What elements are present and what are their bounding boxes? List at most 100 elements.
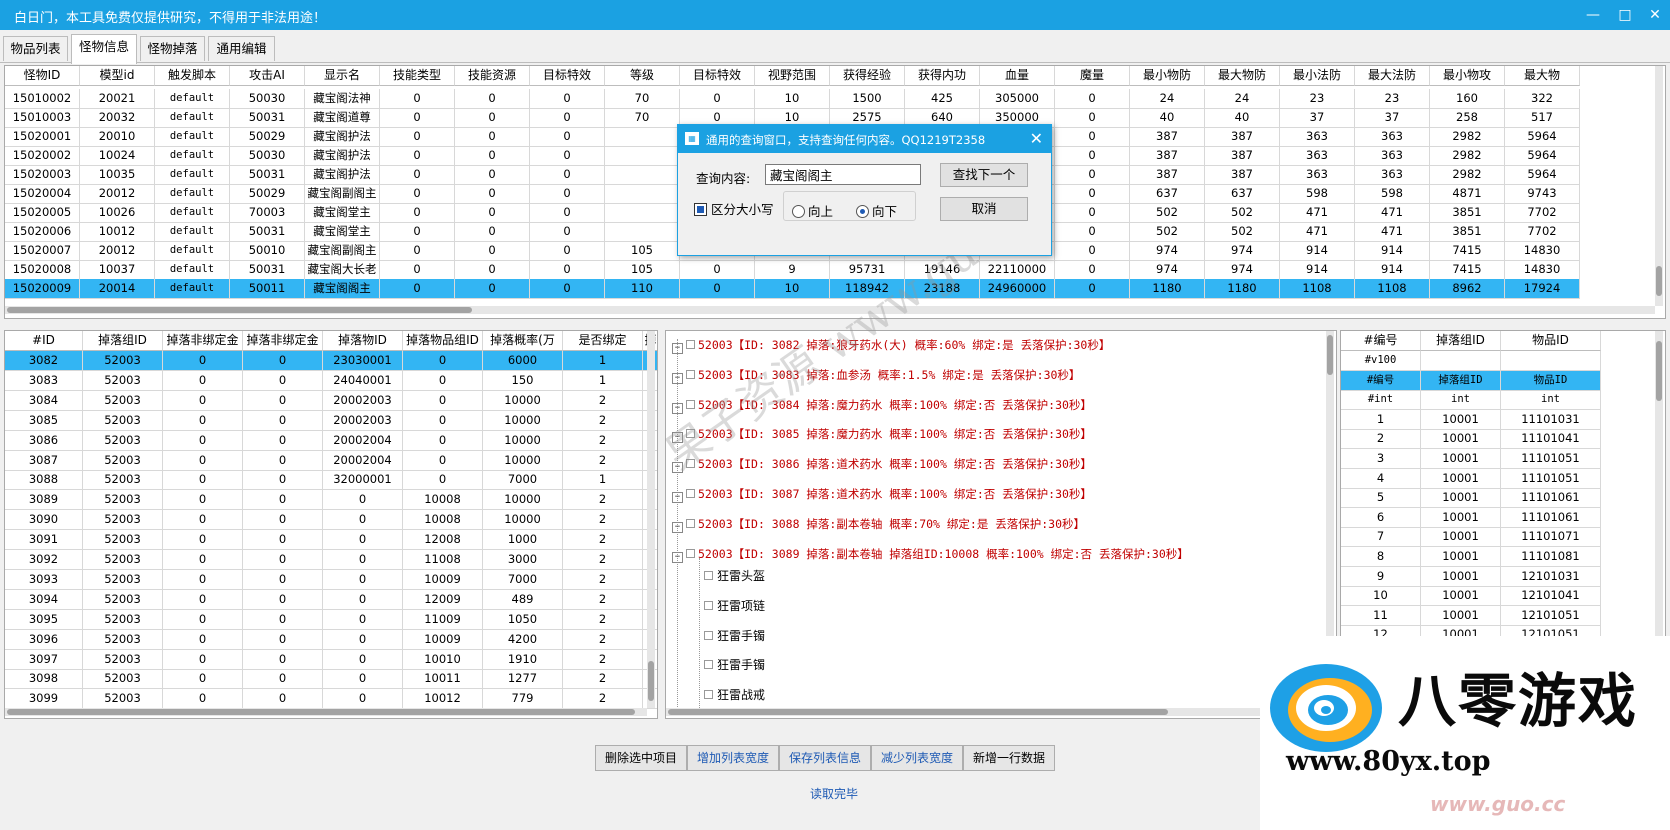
increase-width-button[interactable]: 增加列表宽度: [687, 745, 779, 771]
cell[interactable]: 0: [163, 589, 243, 610]
cell[interactable]: 0: [403, 470, 483, 491]
cell[interactable]: 11101051: [1501, 449, 1601, 469]
cell[interactable]: 363: [1280, 127, 1355, 147]
cell[interactable]: 3098: [5, 669, 83, 690]
cell[interactable]: 最大物防: [1205, 66, 1280, 86]
cell[interactable]: 10001: [1421, 429, 1501, 450]
cell[interactable]: 20002003: [323, 410, 403, 431]
cell[interactable]: 10010: [403, 649, 483, 670]
collapse-icon[interactable]: −: [672, 432, 683, 444]
direction-down-radio[interactable]: 向下: [856, 201, 897, 220]
cell[interactable]: 40: [1205, 108, 1280, 128]
cell[interactable]: 70: [605, 89, 680, 109]
cell[interactable]: 藏宝阁护法: [305, 146, 380, 166]
horizontal-scrollbar[interactable]: [5, 708, 647, 716]
cell[interactable]: 52003: [83, 649, 163, 670]
case-sensitive-checkbox[interactable]: 区分大小写: [694, 199, 774, 218]
cell[interactable]: 0: [243, 609, 323, 630]
tree-child-item[interactable]: 狂雷头盔: [704, 567, 765, 585]
cell[interactable]: 52003: [83, 530, 163, 551]
cell[interactable]: 10001: [1421, 605, 1501, 626]
cell[interactable]: 363: [1280, 165, 1355, 185]
cell[interactable]: 目标特效: [680, 66, 755, 86]
tree-checkbox[interactable]: [686, 399, 695, 409]
vertical-scrollbar[interactable]: [647, 331, 655, 708]
cell[interactable]: 4: [1341, 468, 1421, 489]
cell[interactable]: 52003: [83, 490, 163, 511]
cell[interactable]: 305000: [980, 89, 1055, 109]
cell[interactable]: 0: [455, 279, 530, 299]
cell[interactable]: 52003: [83, 589, 163, 610]
cell[interactable]: 2: [563, 550, 643, 570]
cell[interactable]: 1: [1341, 409, 1421, 430]
cell[interactable]: 0: [323, 649, 403, 670]
cell[interactable]: 10000: [483, 410, 563, 431]
cell[interactable]: 3092: [5, 550, 83, 570]
cell[interactable]: [605, 222, 680, 242]
cell[interactable]: 10009: [403, 629, 483, 650]
cell[interactable]: 10009: [403, 569, 483, 590]
cell[interactable]: 105: [605, 241, 680, 261]
cell[interactable]: 0: [323, 689, 403, 710]
cell[interactable]: 70: [605, 108, 680, 128]
cell[interactable]: 最大物: [1505, 66, 1580, 86]
cell[interactable]: 974: [1130, 260, 1205, 280]
cell[interactable]: 0: [163, 530, 243, 551]
tree-child-item[interactable]: 狂雷手镯: [704, 656, 765, 674]
cell[interactable]: 9: [1341, 566, 1421, 587]
cell[interactable]: 52003: [83, 689, 163, 710]
cell[interactable]: 502: [1130, 222, 1205, 242]
cell[interactable]: 23: [1355, 89, 1430, 109]
cell[interactable]: 0: [323, 510, 403, 531]
cell[interactable]: 3091: [5, 530, 83, 551]
cell[interactable]: 2: [563, 649, 643, 670]
cell[interactable]: 11101061: [1501, 507, 1601, 528]
cell[interactable]: 37: [1280, 108, 1355, 128]
cell[interactable]: 触发脚本: [155, 66, 230, 86]
cell[interactable]: 怪物ID: [5, 66, 80, 86]
cell[interactable]: 37: [1355, 108, 1430, 128]
cell[interactable]: 914: [1355, 260, 1430, 280]
cell[interactable]: 5: [1341, 488, 1421, 509]
cell[interactable]: 1: [563, 351, 643, 371]
cell[interactable]: 15020004: [5, 184, 80, 204]
cell[interactable]: 12008: [403, 530, 483, 551]
cell[interactable]: 10035: [80, 165, 155, 185]
cell[interactable]: 5964: [1505, 146, 1580, 166]
cell[interactable]: 11008: [403, 550, 483, 570]
cell[interactable]: 7415: [1430, 260, 1505, 280]
cell[interactable]: 1: [563, 370, 643, 391]
cell[interactable]: 11101071: [1501, 527, 1601, 548]
cell[interactable]: 52003: [83, 609, 163, 630]
cell[interactable]: 914: [1355, 241, 1430, 261]
cell[interactable]: 50030: [230, 89, 305, 109]
cell[interactable]: 0: [163, 609, 243, 630]
cell[interactable]: 23188: [905, 279, 980, 299]
scrollbar-thumb[interactable]: [668, 709, 1168, 715]
cell[interactable]: 最小物防: [1130, 66, 1205, 86]
cell[interactable]: default: [155, 165, 230, 185]
cell[interactable]: 0: [403, 410, 483, 431]
cell[interactable]: 掉落组ID: [83, 331, 163, 351]
cell[interactable]: 11101031: [1501, 409, 1601, 430]
cell[interactable]: 10008: [403, 490, 483, 511]
cell[interactable]: 20002004: [323, 430, 403, 451]
cell[interactable]: 20002003: [323, 390, 403, 411]
cell[interactable]: #编号: [1341, 331, 1421, 351]
minimize-icon[interactable]: —: [1582, 5, 1604, 25]
cell[interactable]: 20021: [80, 89, 155, 109]
cell[interactable]: 藏宝阁护法: [305, 165, 380, 185]
cell[interactable]: #int: [1341, 390, 1421, 411]
cell[interactable]: 藏宝阁法神: [305, 89, 380, 109]
tree-checkbox[interactable]: [704, 660, 713, 670]
cell[interactable]: 3093: [5, 569, 83, 590]
cell[interactable]: 6: [1341, 507, 1421, 528]
cell[interactable]: 0: [243, 530, 323, 551]
direction-up-radio[interactable]: 向上: [792, 201, 833, 220]
cell[interactable]: 0: [403, 430, 483, 451]
cell[interactable]: 0: [455, 184, 530, 204]
cell[interactable]: default: [155, 108, 230, 128]
cell[interactable]: 11101061: [1501, 488, 1601, 509]
cell[interactable]: 0: [1055, 184, 1130, 204]
cell[interactable]: 最大法防: [1355, 66, 1430, 86]
